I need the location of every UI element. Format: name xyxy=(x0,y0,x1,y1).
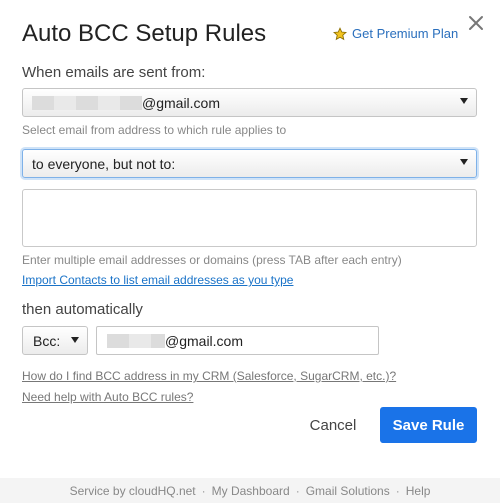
redacted-email-block xyxy=(107,333,165,348)
from-label: When emails are sent from: xyxy=(22,64,206,81)
from-email-select[interactable]: @gmail.com xyxy=(22,88,477,117)
excluded-emails-hint: Enter multiple email addresses or domain… xyxy=(22,253,402,267)
cancel-button[interactable]: Cancel xyxy=(302,407,364,443)
chevron-down-icon xyxy=(460,98,468,104)
excluded-emails-textarea[interactable] xyxy=(22,189,477,247)
footer-separator: · xyxy=(201,483,206,498)
bcc-email-input[interactable]: @gmail.com xyxy=(96,326,379,355)
star-icon xyxy=(333,26,347,40)
footer-help-link[interactable]: Help xyxy=(406,484,431,498)
chevron-down-icon xyxy=(460,159,468,165)
dialog-title: Auto BCC Setup Rules xyxy=(22,20,267,47)
footer-service-link[interactable]: Service by cloudHQ.net xyxy=(70,484,196,498)
recipients-select[interactable]: to everyone, but not to: xyxy=(22,149,477,178)
bcc-email-suffix: @gmail.com xyxy=(165,332,244,349)
footer-dashboard-link[interactable]: My Dashboard xyxy=(212,484,290,498)
redacted-email-block xyxy=(32,95,142,110)
auto-bcc-help-link[interactable]: Need help with Auto BCC rules? xyxy=(22,390,193,404)
recipients-selected-value: to everyone, but not to: xyxy=(32,155,176,172)
from-email-suffix: @gmail.com xyxy=(142,94,221,111)
bcc-mode-select[interactable]: Bcc: xyxy=(22,326,88,355)
premium-plan-link[interactable]: Get Premium Plan xyxy=(333,26,458,41)
from-hint: Select email from address to which rule … xyxy=(22,123,287,137)
chevron-down-icon xyxy=(71,337,79,343)
premium-plan-label: Get Premium Plan xyxy=(352,26,459,41)
crm-help-link[interactable]: How do I find BCC address in my CRM (Sal… xyxy=(22,369,396,383)
footer-solutions-link[interactable]: Gmail Solutions xyxy=(306,484,390,498)
save-rule-button[interactable]: Save Rule xyxy=(380,407,477,443)
footer: Service by cloudHQ.net · My Dashboard · … xyxy=(0,478,500,503)
auto-bcc-dialog: Auto BCC Setup Rules Get Premium Plan Wh… xyxy=(0,0,500,478)
import-contacts-link[interactable]: Import Contacts to list email addresses … xyxy=(22,273,293,287)
footer-separator: · xyxy=(295,483,300,498)
bcc-mode-value: Bcc: xyxy=(33,332,61,349)
footer-separator: · xyxy=(395,483,400,498)
action-label: then automatically xyxy=(22,301,143,318)
close-icon[interactable] xyxy=(467,14,485,32)
